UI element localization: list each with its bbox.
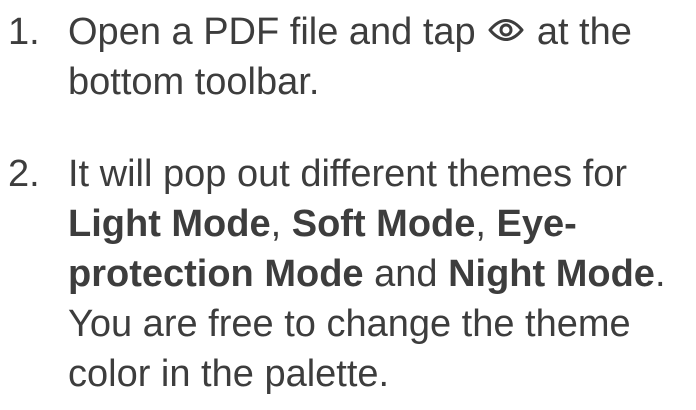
light-mode-label: Light Mode bbox=[68, 203, 271, 245]
separator: , bbox=[270, 203, 292, 245]
separator: and bbox=[363, 253, 449, 295]
eye-icon bbox=[488, 11, 524, 47]
period: . bbox=[654, 253, 666, 295]
step-number: 2. bbox=[8, 153, 40, 195]
step-item: 1. Open a PDF file and tap at the bottom… bbox=[0, 7, 696, 107]
soft-mode-label: Soft Mode bbox=[291, 203, 476, 245]
step-text: You are free to change the theme color i… bbox=[68, 303, 631, 395]
separator: , bbox=[475, 203, 497, 245]
step-text: Open a PDF file and tap bbox=[68, 11, 476, 53]
step-item: 2. It will pop out different themes for … bbox=[0, 149, 696, 399]
step-number: 1. bbox=[8, 11, 40, 53]
step-text: It will pop out different themes for bbox=[68, 153, 628, 195]
night-mode-label: Night Mode bbox=[448, 253, 655, 295]
